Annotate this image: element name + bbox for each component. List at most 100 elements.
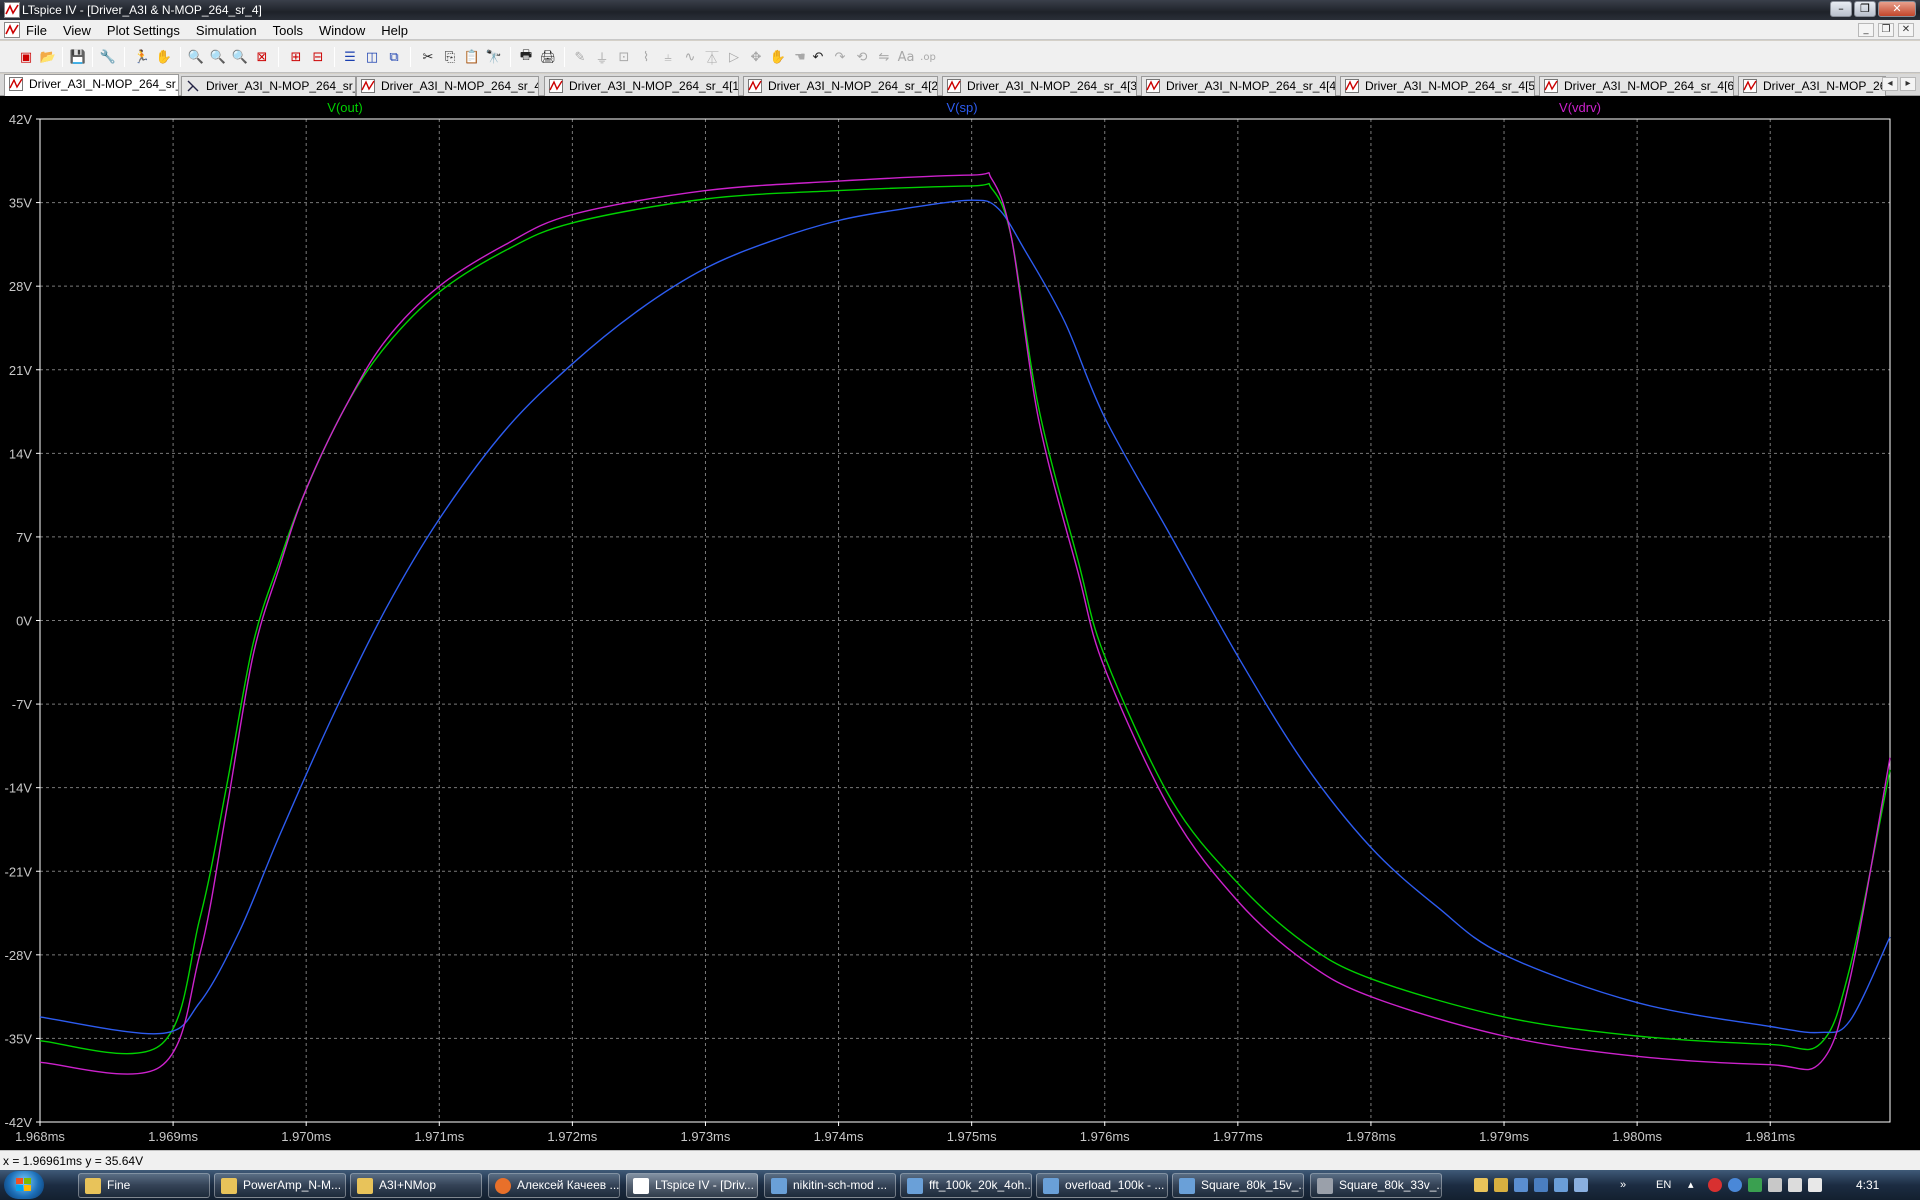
tray-globe-icon[interactable] [1728, 1178, 1742, 1192]
cut-icon[interactable]: ✂ [418, 47, 438, 67]
zoom-in-icon[interactable]: 🔍 [186, 47, 206, 67]
zoom-area-icon[interactable]: 🔍 [208, 47, 228, 67]
copy-icon[interactable]: ⎘ [440, 47, 460, 67]
tab-fft-7[interactable]: Driver_A3I_N-MOP_264_ [1738, 76, 1886, 96]
legend-v-vdrv[interactable]: V(vdrv) [1559, 100, 1601, 115]
tab-fft-3[interactable]: Driver_A3I_N-MOP_264_sr_4[3].fft [942, 76, 1137, 96]
tab-fft-6[interactable]: Driver_A3I_N-MOP_264_sr_4[6].fft [1539, 76, 1734, 96]
undo-icon[interactable]: ↶ [808, 47, 828, 67]
tile-horizontal-icon[interactable]: ☰ [340, 47, 360, 67]
tile-vertical-icon[interactable]: ◫ [362, 47, 382, 67]
diode-icon[interactable]: ⏄ [702, 47, 722, 67]
taskbar-item-a3i-nmop[interactable]: A3I+NMop [350, 1173, 482, 1198]
drag-icon[interactable]: ✋ [768, 47, 788, 67]
tray-battery-icon[interactable] [1748, 1178, 1762, 1192]
trace-layer[interactable] [39, 172, 1891, 1075]
restore-icon[interactable]: ❐ [1854, 1, 1876, 17]
menu-help[interactable]: Help [381, 23, 408, 38]
show-hidden-icons-icon[interactable]: ▴ [1688, 1170, 1694, 1200]
tray-action-center-icon[interactable] [1768, 1178, 1782, 1192]
tray-network-status-icon[interactable] [1788, 1178, 1802, 1192]
capacitor-icon[interactable]: ⫨ [658, 47, 678, 67]
menu-plot-settings[interactable]: Plot Settings [107, 23, 180, 38]
paste-icon[interactable]: 📋 [462, 47, 482, 67]
tray-monitor-icon[interactable] [1514, 1178, 1528, 1192]
mirror-icon[interactable]: ⇋ [874, 47, 894, 67]
language-indicator[interactable]: EN [1656, 1170, 1671, 1200]
draw-wire-icon[interactable]: ✎ [570, 47, 590, 67]
mdi-minimize-icon[interactable]: _ [1858, 23, 1874, 37]
legend-v-out[interactable]: V(out) [327, 100, 362, 115]
open-icon[interactable]: 📂 [38, 47, 58, 67]
resistor-icon[interactable]: ⌇ [636, 47, 656, 67]
tray-display-icon[interactable] [1554, 1178, 1568, 1192]
ltspice-app-icon[interactable] [4, 2, 20, 18]
tray-overflow-icon[interactable]: » [1620, 1170, 1626, 1200]
text-icon[interactable]: Aa [896, 47, 916, 67]
move-icon[interactable]: ✥ [746, 47, 766, 67]
tray-library-icon[interactable] [1494, 1178, 1508, 1192]
menu-view[interactable]: View [63, 23, 91, 38]
trace-v-vdrv[interactable] [39, 172, 1891, 1075]
trace-v-out[interactable] [39, 182, 1891, 1055]
tab-scroll-left-icon[interactable]: ◂ [1882, 77, 1898, 91]
tray-network-icon[interactable] [1534, 1178, 1548, 1192]
halt-icon[interactable]: ✋ [154, 47, 174, 67]
waveform-viewer[interactable]: 1.968ms 1.969ms 1.970ms 1.971ms 1.972ms 1.973… [0, 96, 1920, 1150]
tray-antivirus-icon[interactable] [1708, 1178, 1722, 1192]
new-schematic-icon[interactable]: ▣ [16, 47, 36, 67]
taskbar-item-fft[interactable]: fft_100k_20k_4oh... [900, 1173, 1032, 1198]
document-system-menu-icon[interactable] [4, 22, 20, 38]
taskbar-item-browser[interactable]: Алексей Качеев ... [488, 1173, 620, 1198]
menu-window[interactable]: Window [319, 23, 365, 38]
save-icon[interactable]: 💾 [68, 47, 88, 67]
autorange-icon[interactable]: ⊞ [286, 47, 306, 67]
control-panel-icon[interactable]: 🔧 [98, 47, 118, 67]
taskbar-item-square-15v[interactable]: Square_80k_15v_... [1172, 1173, 1304, 1198]
trace-legend[interactable]: V(out) V(sp) V(vdrv) [327, 100, 1601, 115]
tab-fft-2[interactable]: Driver_A3I_N-MOP_264_sr_4[2].fft [743, 76, 938, 96]
close-icon[interactable]: ✕ [1878, 1, 1916, 17]
taskbar-item-square-33v[interactable]: Square_80k_33v_... [1310, 1173, 1442, 1198]
tab-fft-0[interactable]: Driver_A3I_N-MOP_264_sr_4.fft [356, 76, 539, 96]
find-icon[interactable]: 🔭 [484, 47, 504, 67]
tray-recycle-icon[interactable] [1574, 1178, 1588, 1192]
tray-folder-icon[interactable] [1474, 1178, 1488, 1192]
start-button[interactable] [4, 1171, 44, 1199]
taskbar-item-nikitin[interactable]: nikitin-sch-mod ... [764, 1173, 896, 1198]
tab-waveform-active[interactable]: Driver_A3I_N-MOP_264_sr_4 [4, 74, 179, 96]
drag-hand-icon[interactable]: ☚ [790, 47, 810, 67]
cascade-icon[interactable]: ⧉ [384, 47, 404, 67]
tab-fft-4[interactable]: Driver_A3I_N-MOP_264_sr_4[4].fft [1141, 76, 1336, 96]
trace-v-sp[interactable] [39, 199, 1891, 1035]
menu-file[interactable]: File [26, 23, 47, 38]
tab-fft-1[interactable]: Driver_A3I_N-MOP_264_sr_4[1].fft [544, 76, 739, 96]
taskbar-item-fine[interactable]: Fine [78, 1173, 210, 1198]
menu-tools[interactable]: Tools [273, 23, 303, 38]
mdi-close-icon[interactable]: ✕ [1898, 23, 1914, 37]
tab-fft-5[interactable]: Driver_A3I_N-MOP_264_sr_4[5].fft [1340, 76, 1535, 96]
volume-icon[interactable] [1808, 1178, 1822, 1192]
rotate-icon[interactable]: ⟲ [852, 47, 872, 67]
print-preview-icon[interactable]: 🖶 [516, 47, 536, 67]
zoom-fit-icon[interactable]: ⊠ [252, 47, 272, 67]
waveform-plot[interactable]: 1.968ms 1.969ms 1.970ms 1.971ms 1.972ms 1.973… [0, 96, 1920, 1150]
tab-scroll-right-icon[interactable]: ▸ [1900, 77, 1916, 91]
menu-simulation[interactable]: Simulation [196, 23, 257, 38]
taskbar-item-overload[interactable]: overload_100k - ... [1036, 1173, 1168, 1198]
print-icon[interactable]: 🖨 [538, 47, 558, 67]
pick-visible-traces-icon[interactable]: ⊟ [308, 47, 328, 67]
ground-icon[interactable]: ⏚ [592, 47, 612, 67]
taskbar-item-ltspice[interactable]: LTspice IV - [Driv... [626, 1173, 758, 1198]
zoom-out-icon[interactable]: 🔍 [230, 47, 250, 67]
legend-v-sp[interactable]: V(sp) [946, 100, 977, 115]
inductor-icon[interactable]: ∿ [680, 47, 700, 67]
taskbar-item-poweramp[interactable]: PowerAmp_N-M... [214, 1173, 346, 1198]
system-clock[interactable]: 4:31 [1856, 1170, 1879, 1200]
component-icon[interactable]: ▷ [724, 47, 744, 67]
mdi-restore-icon[interactable]: ❐ [1878, 23, 1894, 37]
minimize-icon[interactable]: – [1830, 1, 1852, 17]
spice-directive-icon[interactable]: .op [918, 47, 938, 67]
run-icon[interactable]: 🏃 [132, 47, 152, 67]
redo-icon[interactable]: ↷ [830, 47, 850, 67]
